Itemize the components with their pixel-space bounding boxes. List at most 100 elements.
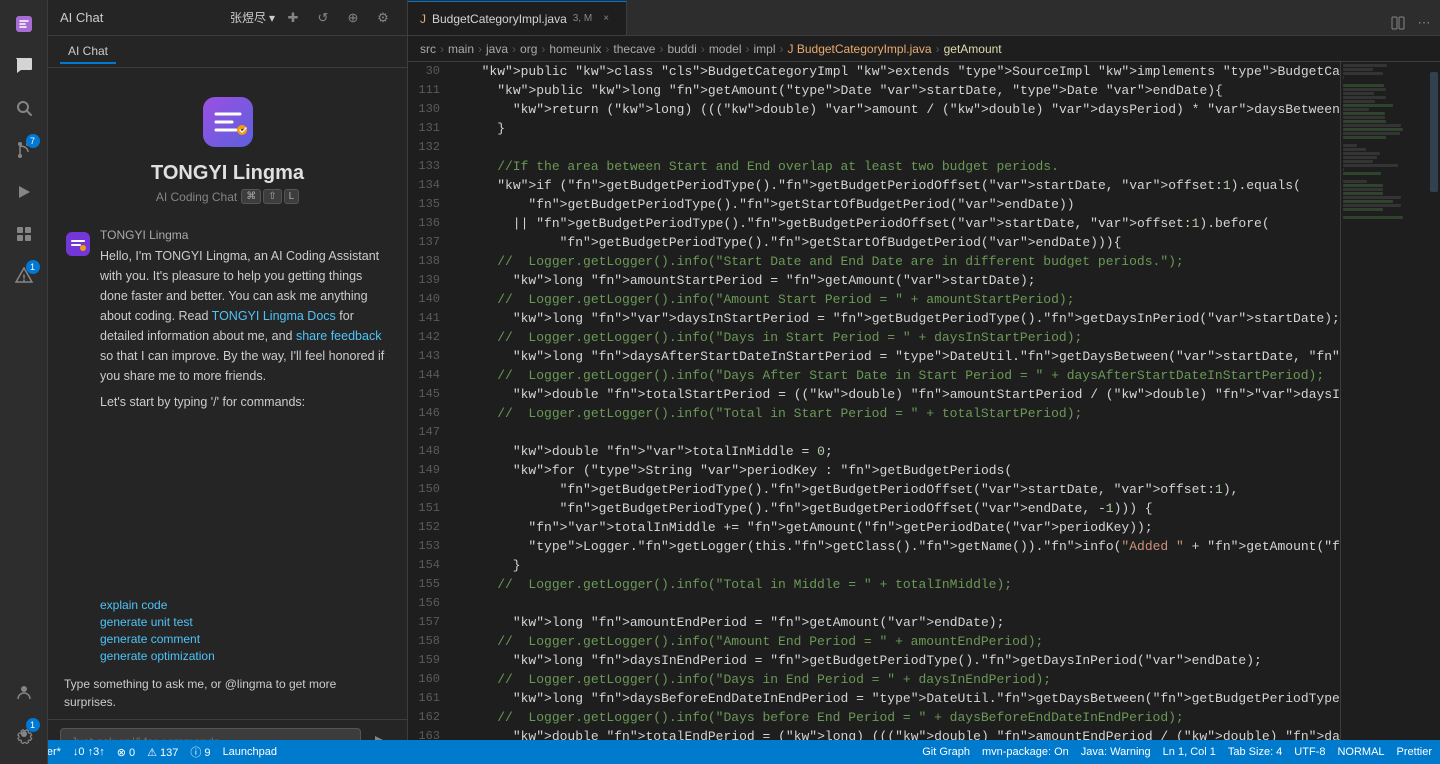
code-line-157[interactable]: "kw">long "fn">amountEndPeriod = "fn">ge…: [466, 613, 1340, 632]
history-btn[interactable]: ↺: [311, 6, 335, 30]
bc-thecave[interactable]: thecave: [613, 42, 655, 56]
code-line-149[interactable]: "kw">for ("type">String "var">periodKey …: [466, 461, 1340, 480]
bc-homeunix[interactable]: homeunix: [549, 42, 601, 56]
line-number-155: 155: [408, 575, 448, 594]
code-line-131[interactable]: }: [466, 119, 1340, 138]
code-line-144[interactable]: // Logger.getLogger().info("Days After S…: [466, 366, 1340, 385]
status-git-graph[interactable]: Git Graph: [922, 746, 970, 758]
bc-src[interactable]: src: [420, 42, 436, 56]
bc-impl[interactable]: impl: [754, 42, 776, 56]
chat-panel: AI Chat 张煜尽 ▾ ✚ ↺ ⊕ ⚙ AI Chat: [48, 0, 408, 764]
minimap-line: [1343, 132, 1400, 135]
minimap-line: [1343, 152, 1380, 155]
quick-link-comment[interactable]: generate comment: [100, 632, 391, 646]
code-line-154[interactable]: }: [466, 556, 1340, 575]
code-line-135[interactable]: "fn">getBudgetPeriodType()."fn">getStart…: [466, 195, 1340, 214]
settings-chat-btn[interactable]: ⚙: [371, 6, 395, 30]
code-line-141[interactable]: "kw">long "fn">"var">daysInStartPeriod =…: [466, 309, 1340, 328]
code-line-147[interactable]: [466, 423, 1340, 442]
tongyi-logo-image: [198, 92, 258, 152]
activity-extensions[interactable]: [4, 214, 44, 254]
minimap-line: [1343, 136, 1386, 139]
activity-settings[interactable]: 1: [4, 714, 44, 754]
add-btn[interactable]: ⊕: [341, 6, 365, 30]
code-line-162[interactable]: // Logger.getLogger().info("Days before …: [466, 708, 1340, 727]
activity-tongyi[interactable]: [4, 4, 44, 44]
code-lines[interactable]: "kw">public "kw">class "cls">BudgetCateg…: [458, 62, 1340, 764]
chat-tab-ai[interactable]: AI Chat: [60, 40, 116, 64]
tab-label: BudgetCategoryImpl.java: [432, 12, 567, 26]
code-line-161[interactable]: "kw">long "fn">daysBeforeEndDateInEndPer…: [466, 689, 1340, 708]
code-line-159[interactable]: "kw">long "fn">daysInEndPeriod = "fn">ge…: [466, 651, 1340, 670]
feedback-link[interactable]: share feedback: [296, 329, 381, 343]
code-line-30[interactable]: "kw">public "kw">class "cls">BudgetCateg…: [466, 62, 1340, 81]
status-position[interactable]: Ln 1, Col 1: [1163, 746, 1216, 758]
quick-link-optimize[interactable]: generate optimization: [100, 649, 391, 663]
code-line-137[interactable]: "fn">getBudgetPeriodType()."fn">getStart…: [466, 233, 1340, 252]
code-line-130[interactable]: "kw">return ("kw">long) ((("kw">double) …: [466, 100, 1340, 119]
status-tabsize[interactable]: Tab Size: 4: [1228, 746, 1282, 758]
code-line-158[interactable]: // Logger.getLogger().info("Amount End P…: [466, 632, 1340, 651]
activity-search[interactable]: [4, 88, 44, 128]
code-line-148[interactable]: "kw">double "fn">"var">totalInMiddle = 0…: [466, 442, 1340, 461]
more-actions-btn[interactable]: ⋯: [1412, 11, 1436, 35]
code-line-151[interactable]: "fn">getBudgetPeriodType()."fn">getBudge…: [466, 499, 1340, 518]
activity-diagnose[interactable]: 1: [4, 256, 44, 296]
minimap-line: [1343, 128, 1403, 131]
bc-model[interactable]: model: [709, 42, 742, 56]
bc-main[interactable]: main: [448, 42, 474, 56]
code-line-145[interactable]: "kw">double "fn">totalStartPeriod = (("k…: [466, 385, 1340, 404]
bc-file[interactable]: J BudgetCategoryImpl.java: [788, 42, 932, 56]
code-line-153[interactable]: "type">Logger."fn">getLogger(this."fn">g…: [466, 537, 1340, 556]
status-line-ending[interactable]: NORMAL: [1337, 746, 1384, 758]
tongyi-name-label: TONGYI Lingma: [151, 162, 304, 185]
code-line-156[interactable]: [466, 594, 1340, 613]
code-line-136[interactable]: || "fn">getBudgetPeriodType()."fn">getBu…: [466, 214, 1340, 233]
activity-chat[interactable]: [4, 46, 44, 86]
code-line-143[interactable]: "kw">long "fn">daysAfterStartDateInStart…: [466, 347, 1340, 366]
status-java[interactable]: Java: Warning: [1081, 746, 1151, 758]
status-prettier[interactable]: Prettier: [1397, 746, 1432, 758]
bc-org[interactable]: org: [520, 42, 537, 56]
line-number-162: 162: [408, 708, 448, 727]
code-line-152[interactable]: "fn">"var">totalInMiddle += "fn">getAmou…: [466, 518, 1340, 537]
bc-java[interactable]: java: [486, 42, 508, 56]
code-line-138[interactable]: // Logger.getLogger().info("Start Date a…: [466, 252, 1340, 271]
code-line-155[interactable]: // Logger.getLogger().info("Total in Mid…: [466, 575, 1340, 594]
line-number-141: 141: [408, 309, 448, 328]
code-line-133[interactable]: //If the area between Start and End over…: [466, 157, 1340, 176]
quick-link-explain[interactable]: explain code: [100, 598, 391, 612]
code-line-146[interactable]: // Logger.getLogger().info("Total in Sta…: [466, 404, 1340, 423]
code-line-160[interactable]: // Logger.getLogger().info("Days in End …: [466, 670, 1340, 689]
code-line-139[interactable]: "kw">long "fn">amountStartPeriod = "fn">…: [466, 271, 1340, 290]
bc-buddi[interactable]: buddi: [667, 42, 696, 56]
activity-source-control[interactable]: 7: [4, 130, 44, 170]
status-maven[interactable]: mvn-package: On: [982, 746, 1069, 758]
chat-title: AI Chat: [60, 10, 103, 25]
code-line-140[interactable]: // Logger.getLogger().info("Amount Start…: [466, 290, 1340, 309]
code-editor[interactable]: 3011113013113213313413513613713813914014…: [408, 62, 1440, 764]
tab-budget[interactable]: J BudgetCategoryImpl.java 3, M ×: [408, 1, 627, 35]
split-editor-btn[interactable]: [1386, 11, 1410, 35]
activity-run[interactable]: [4, 172, 44, 212]
tab-java-icon: J: [420, 12, 426, 26]
minimap-line: [1343, 172, 1381, 175]
code-line-134[interactable]: "kw">if ("fn">getBudgetPeriodType()."fn"…: [466, 176, 1340, 195]
status-bar: master* ↓0 ↑3↑ ⊗ 0 ⚠ 137 ⓘ 9 Launchpad G…: [408, 740, 1440, 764]
code-line-132[interactable]: [466, 138, 1340, 157]
tab-close-btn[interactable]: ×: [598, 11, 614, 27]
new-chat-btn[interactable]: ✚: [281, 6, 305, 30]
quick-link-unittest[interactable]: generate unit test: [100, 615, 391, 629]
code-line-111[interactable]: "kw">public "kw">long "fn">getAmount("ty…: [466, 81, 1340, 100]
code-line-150[interactable]: "fn">getBudgetPeriodType()."fn">getBudge…: [466, 480, 1340, 499]
minimap-line: [1343, 72, 1383, 75]
bot-message: TONGYI Lingma Hello, I'm TONGYI Lingma, …: [64, 228, 391, 412]
docs-link[interactable]: TONGYI Lingma Docs: [212, 309, 336, 323]
status-encoding[interactable]: UTF-8: [1294, 746, 1325, 758]
minimap-line: [1343, 156, 1377, 159]
activity-account[interactable]: [4, 672, 44, 712]
bc-method[interactable]: getAmount: [944, 42, 1002, 56]
code-line-142[interactable]: // Logger.getLogger().info("Days in Star…: [466, 328, 1340, 347]
minimap-line: [1343, 192, 1383, 195]
line-number-157: 157: [408, 613, 448, 632]
